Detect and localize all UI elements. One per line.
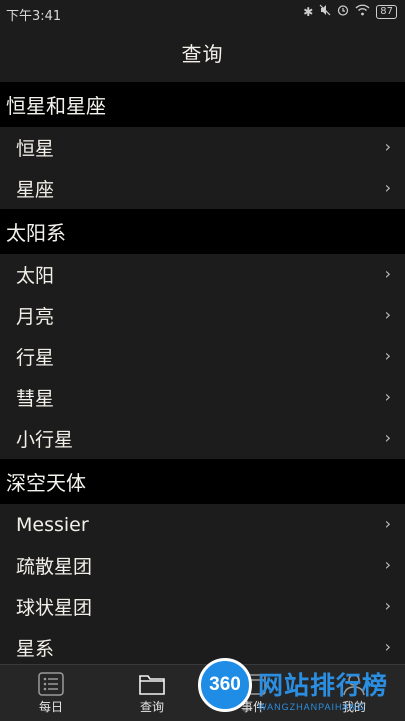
chevron-right-icon: › (384, 346, 391, 365)
list-item-label: 行星 (16, 347, 55, 369)
list-item-comets[interactable]: 彗星 › (0, 377, 405, 418)
chevron-right-icon: › (384, 387, 391, 406)
chevron-right-icon: › (384, 305, 391, 324)
status-time: 下午3:41 (6, 9, 62, 24)
list-icon (38, 672, 64, 696)
list-item-asteroids[interactable]: 小行星 › (0, 418, 405, 459)
list-item-sun[interactable]: 太阳 › (0, 254, 405, 295)
list-item-label: 星系 (16, 638, 55, 660)
mute-icon (319, 4, 331, 19)
wifi-icon (355, 4, 370, 19)
list-item-label: 恒星 (16, 138, 55, 160)
section-header-stars: 恒星和星座 (0, 82, 405, 127)
query-list: 恒星和星座 恒星 › 星座 › 太阳系 太阳 › 月亮 › 行星 › 彗星 › … (0, 82, 405, 664)
list-item-label: 球状星团 (16, 597, 93, 619)
chevron-right-icon: › (384, 514, 391, 533)
list-item-label: 太阳 (16, 265, 55, 287)
watermark-badge: 360 (198, 658, 252, 712)
chevron-right-icon: › (384, 428, 391, 447)
section-header-deep-sky: 深空天体 (0, 459, 405, 504)
chevron-right-icon: › (384, 596, 391, 615)
section-header-solar-system: 太阳系 (0, 209, 405, 254)
tab-label: 查询 (139, 700, 164, 714)
list-item-globular-clusters[interactable]: 球状星团 › (0, 586, 405, 627)
list-item-label: 疏散星团 (16, 556, 93, 578)
list-item-messier[interactable]: Messier › (0, 504, 405, 545)
bluetooth-icon: ✱ (303, 4, 314, 19)
battery-icon: 87 (376, 4, 397, 19)
title-bar: 查询 (0, 26, 405, 82)
list-item-constellations[interactable]: 星座 › (0, 168, 405, 209)
tab-daily[interactable]: 每日 (16, 665, 86, 721)
tab-label: 每日 (38, 700, 63, 714)
watermark-subtext: WANGZHANPAIHANG (258, 702, 366, 712)
status-bar: 下午3:41 ✱ 87 (0, 0, 405, 26)
chevron-right-icon: › (384, 137, 391, 156)
list-item-stars[interactable]: 恒星 › (0, 127, 405, 168)
list-item-planets[interactable]: 行星 › (0, 336, 405, 377)
status-icons: ✱ 87 (303, 4, 397, 19)
list-item-open-clusters[interactable]: 疏散星团 › (0, 545, 405, 586)
folder-icon (139, 675, 165, 695)
list-item-label: Messier (16, 513, 89, 536)
tab-query[interactable]: 查询 (117, 665, 187, 721)
watermark-logo: 360 网站排行榜 WANGZHANPAIHANG (198, 658, 405, 720)
chevron-right-icon: › (384, 264, 391, 283)
chevron-right-icon: › (384, 637, 391, 656)
alarm-icon (337, 4, 349, 19)
list-item-label: 星座 (16, 179, 55, 201)
page-title: 查询 (181, 42, 224, 66)
list-item-moon[interactable]: 月亮 › (0, 295, 405, 336)
list-item-label: 月亮 (16, 306, 55, 328)
chevron-right-icon: › (384, 178, 391, 197)
list-item-label: 彗星 (16, 388, 55, 410)
chevron-right-icon: › (384, 555, 391, 574)
list-item-galaxies[interactable]: 星系 › (0, 627, 405, 664)
list-item-label: 小行星 (16, 429, 74, 451)
watermark-text: 网站排行榜 (258, 671, 389, 700)
